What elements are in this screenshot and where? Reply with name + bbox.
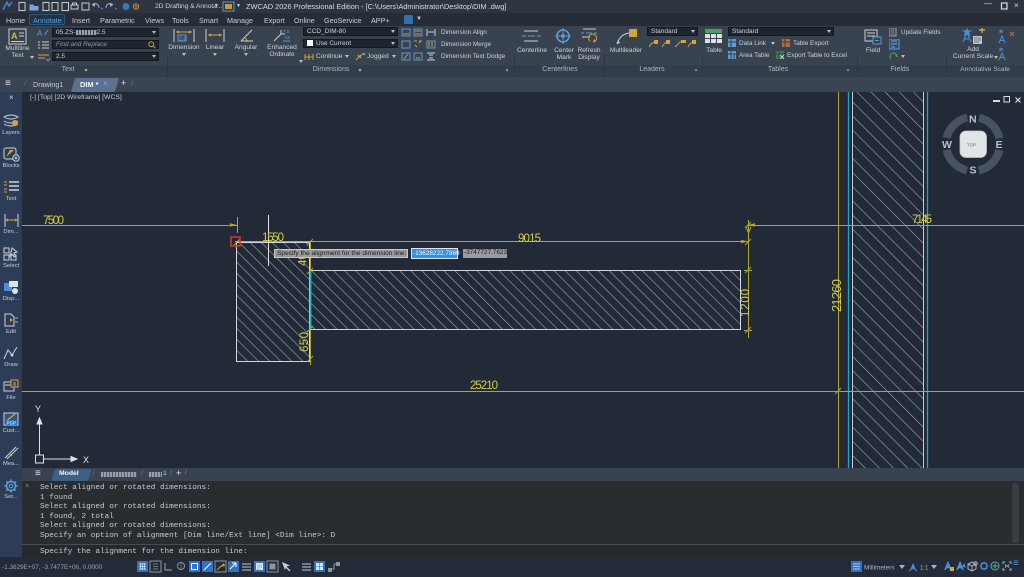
svg-text:21260: 21260 [829,279,844,312]
svg-text:9015: 9015 [518,233,541,245]
svg-text:7145: 7145 [912,214,932,226]
svg-text:Millimeters: Millimeters [864,565,895,572]
svg-text:E: E [996,139,1003,151]
svg-text:2.4: 2.4 [179,37,186,43]
svg-text:A: A [37,29,43,38]
svg-text:1200: 1200 [740,289,752,317]
svg-text:PGP: PGP [7,421,17,426]
svg-text:65: 65 [285,35,291,40]
svg-text:Y: Y [35,404,41,414]
svg-text:7.5: 7.5 [283,29,290,34]
svg-text:TOP: TOP [967,142,976,147]
svg-text:1550: 1550 [262,232,284,244]
svg-text:7500: 7500 [43,215,64,227]
svg-text:S: S [970,165,977,177]
svg-text:25210: 25210 [470,380,498,392]
svg-text:A: A [11,31,18,41]
svg-text:650: 650 [299,332,311,352]
svg-text:X: X [83,455,89,465]
svg-text:N: N [969,114,977,126]
svg-text:W: W [942,139,952,151]
svg-text:1:1: 1:1 [920,566,929,572]
